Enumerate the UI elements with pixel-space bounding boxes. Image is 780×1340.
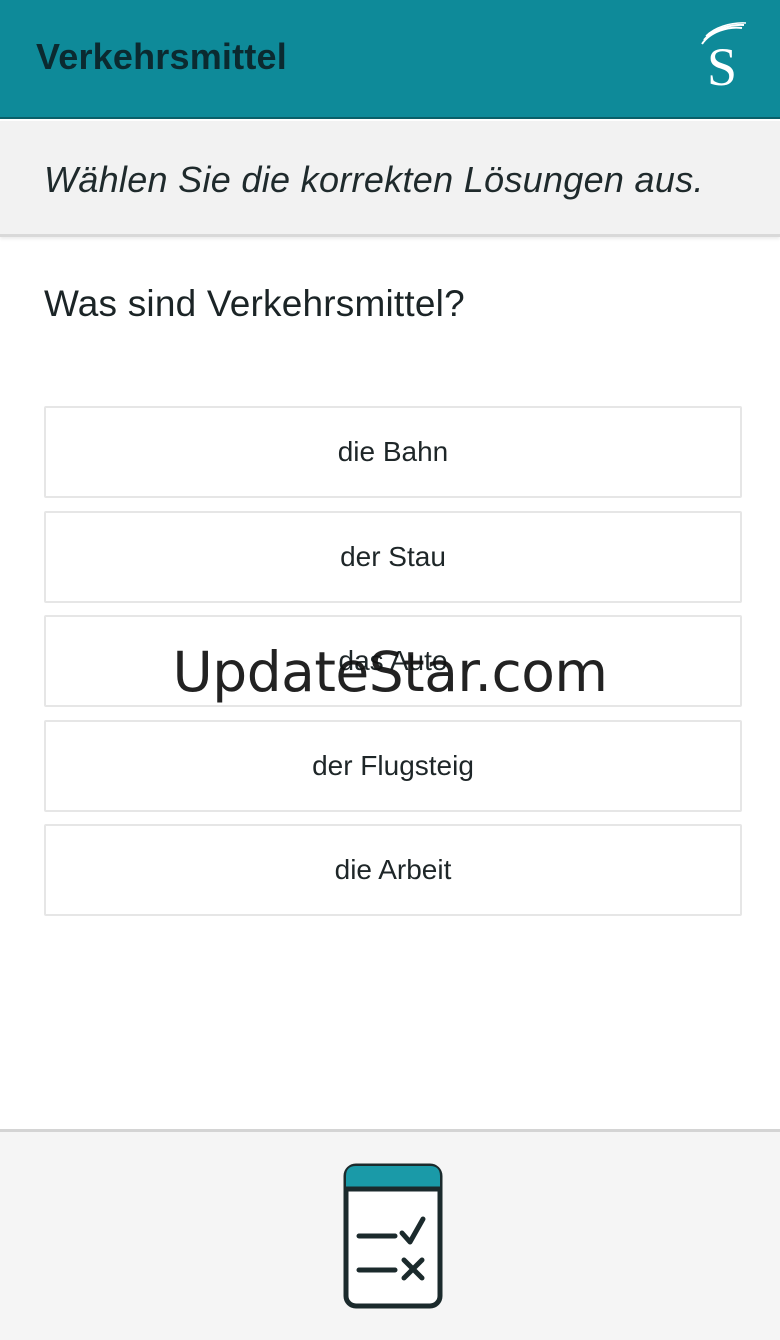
app-header: Verkehrsmittel S — [0, 0, 780, 119]
instruction-bar: Wählen Sie die korrekten Lösungen aus. — [0, 121, 780, 237]
answer-option[interactable]: der Flugsteig — [44, 719, 742, 812]
answer-option[interactable]: die Arbeit — [44, 824, 742, 917]
answer-option[interactable]: die Bahn — [44, 406, 742, 498]
app-logo-letter: S — [707, 37, 737, 92]
question-text: Was sind Verkehrsmittel? — [44, 283, 465, 324]
answer-options: die Bahn der Stau das Auto der Flugsteig… — [44, 406, 742, 929]
answer-option[interactable]: der Stau — [44, 510, 742, 603]
page-title: Verkehrsmittel — [36, 36, 287, 77]
quiz-screen: Verkehrsmittel S Wählen Sie die korrekte… — [0, 0, 780, 1340]
app-logo-icon: S — [701, 22, 747, 92]
checklist-icon[interactable] — [343, 1163, 443, 1309]
answer-option[interactable]: das Auto — [44, 615, 742, 708]
instruction-text: Wählen Sie die korrekten Lösungen aus. — [44, 159, 704, 200]
